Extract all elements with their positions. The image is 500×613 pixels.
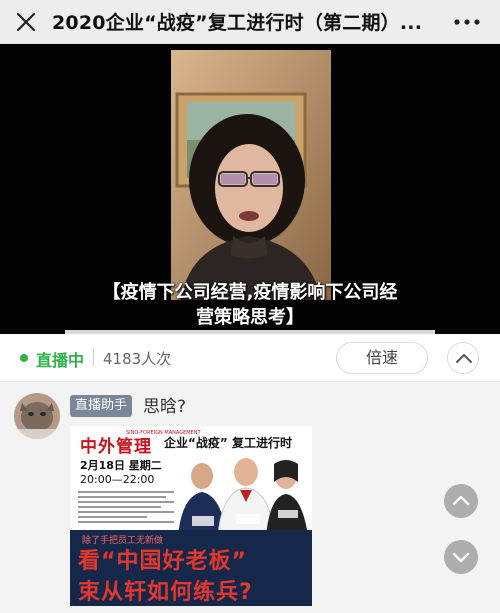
chevron-down-icon xyxy=(452,552,470,563)
scroll-up-button[interactable] xyxy=(444,484,478,518)
live-label: 直播中 xyxy=(36,351,85,370)
avatar xyxy=(14,393,60,439)
divider xyxy=(93,350,94,366)
caption-line-2: 营策略思考】 xyxy=(196,307,304,328)
poster-blurb-text xyxy=(78,488,176,530)
page-title: 2020企业“战疫”复工进行时（第二期）... xyxy=(52,12,423,34)
poster-date: 2月18日 星期二 xyxy=(80,459,162,472)
poster-time: 20:00—22:00 xyxy=(80,473,155,486)
live-status-bar: 直播中 4183人次 倍速 xyxy=(0,334,500,382)
video-player[interactable]: 【疫情下公司经营,疫情影响下公司经 营策略思考】 xyxy=(0,44,500,334)
video-caption: 【疫情下公司经营,疫情影响下公司经 营策略思考】 xyxy=(50,280,450,330)
chevron-up-icon xyxy=(456,354,472,363)
poster-headline: 企业“战疫” 复工进行时 xyxy=(164,436,292,450)
caption-line-1: 【疫情下公司经营,疫情影响下公司经 xyxy=(102,282,398,303)
chevron-up-icon xyxy=(452,495,470,506)
poster-banner: 除了手把员工无新做 看“中国好老板” 束从轩如何练兵? xyxy=(70,530,312,606)
speed-button[interactable]: 倍速 xyxy=(336,342,428,374)
scroll-down-button[interactable] xyxy=(444,540,478,574)
chat-image-poster[interactable]: 中外管理 SINO-FOREIGN MANAGEMENT 企业“战疫” 复工进行… xyxy=(70,426,312,606)
chat-message: 思晗? xyxy=(143,397,187,417)
collapse-button[interactable] xyxy=(447,342,479,374)
close-icon[interactable] xyxy=(14,10,38,34)
sender-badge: 直播助手 xyxy=(70,395,133,417)
chat-area: 直播助手 思晗? 中外管理 SINO-FOREIGN MANAGEMENT 企业… xyxy=(0,383,500,613)
poster-speakers-image xyxy=(174,454,312,536)
live-dot-icon xyxy=(20,354,28,362)
poster-banner-line-1: 看“中国好老板” xyxy=(78,549,247,574)
viewer-count: 4183人次 xyxy=(103,350,172,368)
top-bar: 2020企业“战疫”复工进行时（第二期）... xyxy=(0,0,500,44)
poster-banner-line-2: 束从轩如何练兵? xyxy=(78,580,253,605)
speaker-video-frame xyxy=(171,50,331,300)
more-dots-icon[interactable] xyxy=(452,12,482,32)
